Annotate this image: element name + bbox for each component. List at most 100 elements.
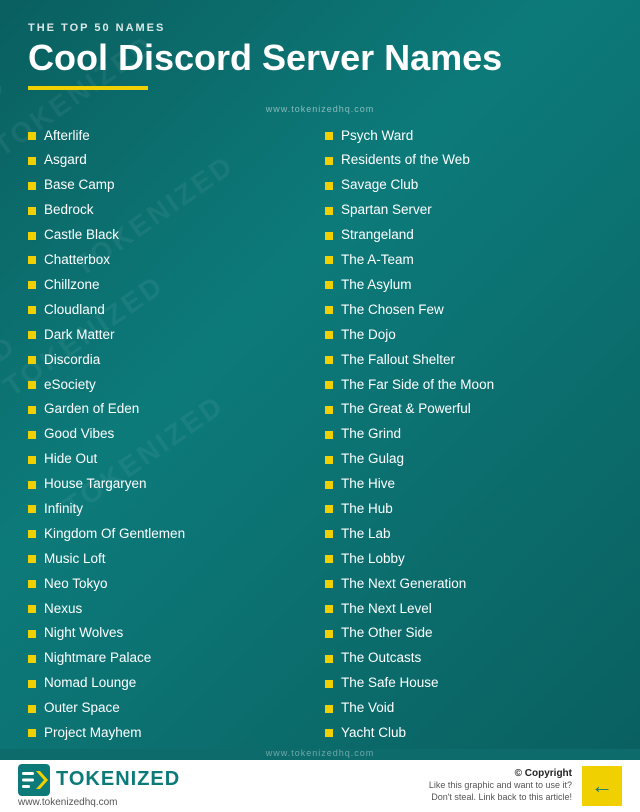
list-item: Good Vibes xyxy=(28,422,315,447)
list-item: Project Mayhem xyxy=(28,721,315,746)
bullet-icon xyxy=(325,132,333,140)
main-container: TOKENIZED TOKENIZED TOKENIZED TOKENIZED … xyxy=(0,0,640,749)
bullet-icon xyxy=(325,705,333,713)
bullet-icon xyxy=(28,306,36,314)
item-label: Nexus xyxy=(44,600,82,619)
list-item: The Far Side of the Moon xyxy=(325,373,612,398)
list-item: House Targaryen xyxy=(28,472,315,497)
bullet-icon xyxy=(28,680,36,688)
list-item: Chatterbox xyxy=(28,248,315,273)
item-label: Infinity xyxy=(44,500,83,519)
list-item: Outer Space xyxy=(28,696,315,721)
bullet-icon xyxy=(325,281,333,289)
bullet-icon xyxy=(28,729,36,737)
bullet-icon xyxy=(325,157,333,165)
bullet-icon xyxy=(28,232,36,240)
list-item: Residents of the Web xyxy=(325,148,612,173)
list-item: The A-Team xyxy=(325,248,612,273)
item-label: Chatterbox xyxy=(44,251,110,270)
list-item: Kingdom Of Gentlemen xyxy=(28,522,315,547)
list-item: The Hub xyxy=(325,497,612,522)
list-item: Psych Ward xyxy=(325,124,612,149)
bullet-icon xyxy=(28,555,36,563)
list-item: The Void xyxy=(325,696,612,721)
bullet-icon xyxy=(28,406,36,414)
bullet-icon xyxy=(325,232,333,240)
bullet-icon xyxy=(325,456,333,464)
copyright-text: © Copyright xyxy=(180,768,572,779)
bullet-icon xyxy=(28,605,36,613)
bullet-icon xyxy=(28,256,36,264)
list-item: The Lobby xyxy=(325,547,612,572)
bullet-icon xyxy=(28,207,36,215)
list-item: The Asylum xyxy=(325,273,612,298)
list-item: Dark Matter xyxy=(28,323,315,348)
bullet-icon xyxy=(325,306,333,314)
item-label: Yacht Club xyxy=(341,724,406,743)
arrow-icon: ← xyxy=(591,773,613,799)
item-label: Cloudland xyxy=(44,301,105,320)
list-item: Spartan Server xyxy=(325,198,612,223)
item-label: Discordia xyxy=(44,351,100,370)
item-label: Dark Matter xyxy=(44,326,115,345)
bullet-icon xyxy=(28,132,36,140)
bullet-icon xyxy=(28,655,36,663)
item-label: eSociety xyxy=(44,376,96,395)
item-label: The A-Team xyxy=(341,251,414,270)
item-label: The Other Side xyxy=(341,624,433,643)
item-label: The Lab xyxy=(341,525,391,544)
item-label: The Fallout Shelter xyxy=(341,351,455,370)
list-item: The Next Level xyxy=(325,597,612,622)
bullet-icon xyxy=(28,505,36,513)
item-label: Kingdom Of Gentlemen xyxy=(44,525,185,544)
bullet-icon xyxy=(325,555,333,563)
bullet-icon xyxy=(325,729,333,737)
list-area: AfterlifeAsgardBase CampBedrockCastle Bl… xyxy=(0,116,640,746)
item-label: The Next Generation xyxy=(341,575,466,594)
item-label: Asgard xyxy=(44,151,87,170)
mid-watermark: www.tokenizedhq.com xyxy=(0,746,640,760)
bullet-icon xyxy=(28,630,36,638)
logo-text: TOKENIZED xyxy=(56,768,180,791)
list-item: Infinity xyxy=(28,497,315,522)
item-label: The Far Side of the Moon xyxy=(341,376,494,395)
item-label: The Great & Powerful xyxy=(341,400,471,419)
item-label: The Hub xyxy=(341,500,393,519)
list-item: Yacht Club xyxy=(325,721,612,746)
list-item: The Chosen Few xyxy=(325,298,612,323)
item-label: Castle Black xyxy=(44,226,119,245)
bullet-icon xyxy=(28,331,36,339)
bullet-icon xyxy=(325,356,333,364)
bullet-icon xyxy=(28,157,36,165)
logo-icon xyxy=(18,764,50,796)
arrow-box: ← xyxy=(582,766,622,806)
list-item: Savage Club xyxy=(325,173,612,198)
bullet-icon xyxy=(28,530,36,538)
list-item: The Grind xyxy=(325,422,612,447)
list-item: Neo Tokyo xyxy=(28,572,315,597)
item-label: Base Camp xyxy=(44,176,115,195)
bullet-icon xyxy=(28,705,36,713)
bullet-icon xyxy=(28,182,36,190)
list-item: The Lab xyxy=(325,522,612,547)
list-item: The Outcasts xyxy=(325,646,612,671)
bullet-icon xyxy=(325,605,333,613)
item-label: Garden of Eden xyxy=(44,400,139,419)
item-label: Residents of the Web xyxy=(341,151,470,170)
bullet-icon xyxy=(325,630,333,638)
footer-desc-line1: Like this graphic and want to use it? xyxy=(180,779,572,792)
list-item: Discordia xyxy=(28,348,315,373)
item-label: The Outcasts xyxy=(341,649,421,668)
item-label: Hide Out xyxy=(44,450,97,469)
bullet-icon xyxy=(325,680,333,688)
item-label: Nomad Lounge xyxy=(44,674,136,693)
list-item: The Other Side xyxy=(325,621,612,646)
item-label: Project Mayhem xyxy=(44,724,142,743)
list-item: Chillzone xyxy=(28,273,315,298)
item-label: The Chosen Few xyxy=(341,301,444,320)
list-item: Afterlife xyxy=(28,124,315,149)
list-item: Base Camp xyxy=(28,173,315,198)
right-column: Psych Ward Residents of the Web Savage Clu… xyxy=(325,124,612,746)
bullet-icon xyxy=(28,381,36,389)
list-item: The Fallout Shelter xyxy=(325,348,612,373)
